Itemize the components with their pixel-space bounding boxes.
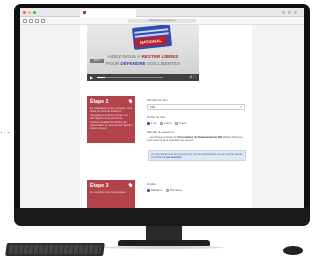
step-2-card: Étape 2 En choisissant le don mensuel, v… (87, 96, 135, 143)
video-controls: ▶ ⚙ ⛶ (87, 74, 199, 81)
step-2-description: En choisissant le don mensuel, vous fait… (90, 107, 132, 131)
duration-option-2[interactable]: 2 ans (160, 121, 171, 125)
browser-profile-icon[interactable] (294, 11, 297, 14)
reload-icon[interactable] (35, 19, 39, 23)
info-link[interactable]: par virement (166, 156, 182, 159)
stand-shadow (104, 246, 224, 249)
tax-receipt-info-box: Un reçu fiscal vous sera envoyé par cour… (148, 150, 246, 161)
play-icon[interactable]: ▶ (90, 75, 93, 80)
video-logo: ACTU (90, 59, 104, 63)
radio-icon (175, 121, 178, 125)
browser-extension-icon[interactable] (288, 11, 291, 14)
civility-label: Civilité (147, 182, 156, 186)
amount-value: 100 (150, 105, 156, 109)
amount-label: Montant du don (147, 98, 168, 102)
browser-tabbar (20, 8, 304, 17)
duration-option-3[interactable]: 5 ans (175, 121, 186, 125)
video-progress-fill (97, 77, 105, 78)
monitor-chin (14, 207, 310, 226)
info-text: Un reçu fiscal vous sera envoyé par cour… (151, 153, 243, 160)
step-3-description: Je complète mes coordonnées (90, 191, 126, 194)
browser-tab[interactable] (80, 9, 136, 17)
duration-option-label: 2 ans (164, 121, 172, 125)
radio-icon (166, 188, 169, 192)
radio-icon (147, 188, 150, 192)
video-progress[interactable] (97, 77, 163, 78)
forward-icon[interactable] (29, 19, 33, 23)
radio-icon (147, 121, 150, 125)
monitor-screen: www.jepreservemavie.fr NATIONAL AIDEZ-NO… (20, 8, 304, 208)
browser-menu-icon[interactable] (282, 11, 285, 14)
amount-select[interactable]: 100 ▾ (147, 104, 245, 110)
web-page: NATIONAL AIDEZ-NOUS À RESTER LIBRES POUR… (20, 25, 304, 208)
headline-1-strong: RESTER LIBRES (141, 54, 179, 59)
keyboard (5, 243, 105, 256)
duration-option-1[interactable]: 1 an (147, 121, 157, 125)
address-bar[interactable]: www.jepreservemavie.fr (128, 19, 196, 23)
headline-2-prefix: POUR (105, 61, 121, 66)
duration-option-label: 1 an (151, 121, 157, 125)
civility-option-madame[interactable]: Madame (147, 188, 163, 192)
headline-2-suffix: VOS LIBERTÉS (145, 61, 181, 66)
mandate-text: ... par chèque à l'ordre de l'Associatio… (147, 136, 247, 143)
mandate-label: Mandat de paiement (147, 130, 175, 134)
step-2-title: Étape 2 (90, 99, 109, 105)
keyboard-keys (8, 245, 102, 254)
desktop-scene: · · · · www.jepreservemavie.fr NATIONAL … (0, 0, 326, 260)
close-window-icon[interactable] (23, 11, 26, 14)
video-settings-icon[interactable]: ⚙ ⛶ (189, 75, 196, 80)
computer-mouse (283, 246, 303, 255)
minimize-window-icon[interactable] (28, 11, 31, 14)
video-player[interactable]: NATIONAL AIDEZ-NOUS À RESTER LIBRES POUR… (87, 25, 199, 81)
step-3-card: Étape 3 Je complète mes coordonnées (87, 180, 135, 208)
chevron-down-icon: ▾ (240, 105, 242, 109)
home-icon[interactable] (41, 19, 45, 23)
favicon-icon (83, 11, 86, 14)
maximize-window-icon[interactable] (33, 11, 36, 14)
duration-label: Durée du don (147, 115, 166, 119)
browser-toolbar: www.jepreservemavie.fr (20, 17, 304, 25)
back-icon[interactable] (23, 19, 27, 23)
civility-option-monsieur[interactable]: Monsieur (166, 188, 182, 192)
civility-option-label: Madame (151, 188, 163, 192)
headline-1-prefix: AIDEZ-NOUS À (107, 54, 142, 59)
civility-option-label: Monsieur (170, 188, 183, 192)
headline-2-strong: DÉFENDRE (120, 61, 146, 66)
radio-icon (160, 121, 163, 125)
step-3-title: Étape 3 (90, 183, 109, 189)
duration-option-label: 5 ans (179, 121, 187, 125)
